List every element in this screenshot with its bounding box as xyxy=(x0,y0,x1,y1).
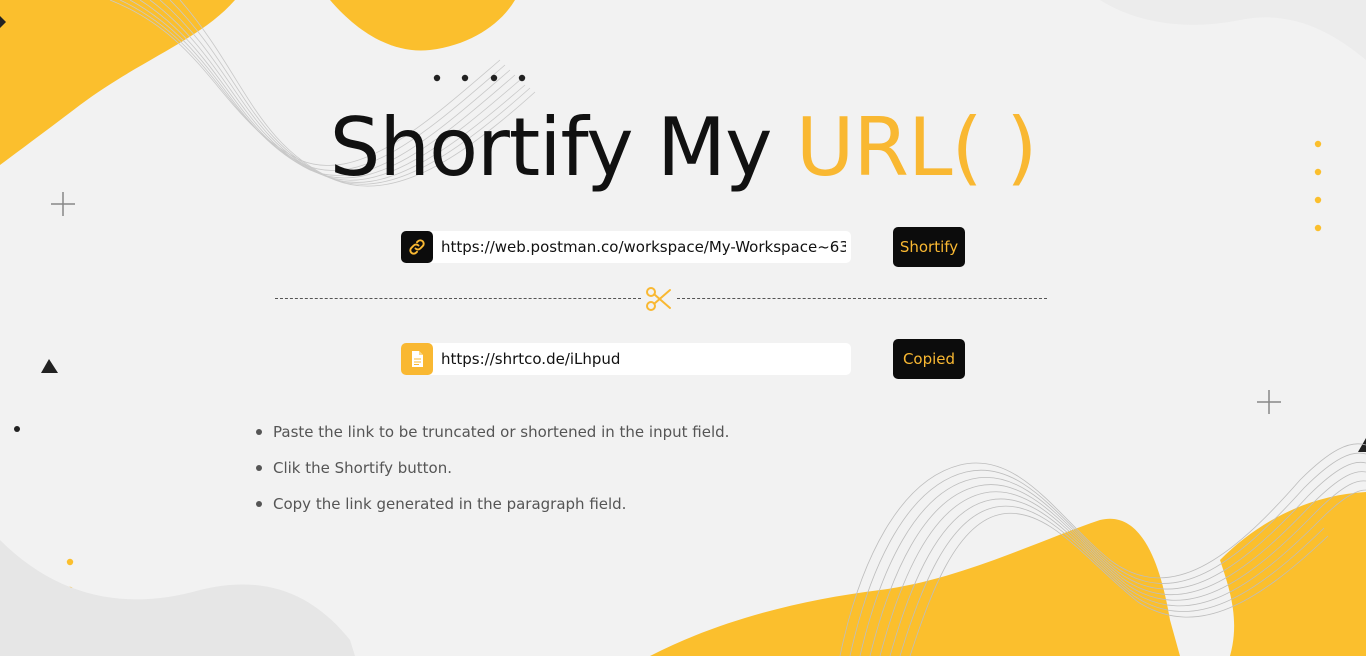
link-icon xyxy=(401,231,433,263)
bullet-icon xyxy=(256,465,262,471)
instruction-text: Paste the link to be truncated or shorte… xyxy=(273,423,730,441)
instruction-text: Clik the Shortify button. xyxy=(273,459,452,477)
short-url-field: https://shrtco.de/iLhpud xyxy=(401,343,851,375)
shortify-button[interactable]: Shortify xyxy=(893,227,965,267)
divider-left xyxy=(275,298,641,299)
instructions-list: Paste the link to be truncated or shorte… xyxy=(255,420,729,528)
divider-right xyxy=(677,298,1047,299)
scissors-icon xyxy=(645,285,673,313)
short-url-text[interactable]: https://shrtco.de/iLhpud xyxy=(441,343,846,375)
title-main: Shortify My xyxy=(329,101,796,194)
title-accent: URL( ) xyxy=(795,101,1038,194)
list-item: Paste the link to be truncated or shorte… xyxy=(255,420,729,456)
url-input[interactable] xyxy=(441,231,846,263)
list-item: Clik the Shortify button. xyxy=(255,456,729,492)
instruction-text: Copy the link generated in the paragraph… xyxy=(273,495,627,513)
list-item: Copy the link generated in the paragraph… xyxy=(255,492,729,528)
copy-button[interactable]: Copied xyxy=(893,339,965,379)
bullet-icon xyxy=(256,501,262,507)
url-input-field xyxy=(401,231,851,263)
page-title: Shortify My URL( ) xyxy=(0,98,1366,198)
bullet-icon xyxy=(256,429,262,435)
document-icon xyxy=(401,343,433,375)
